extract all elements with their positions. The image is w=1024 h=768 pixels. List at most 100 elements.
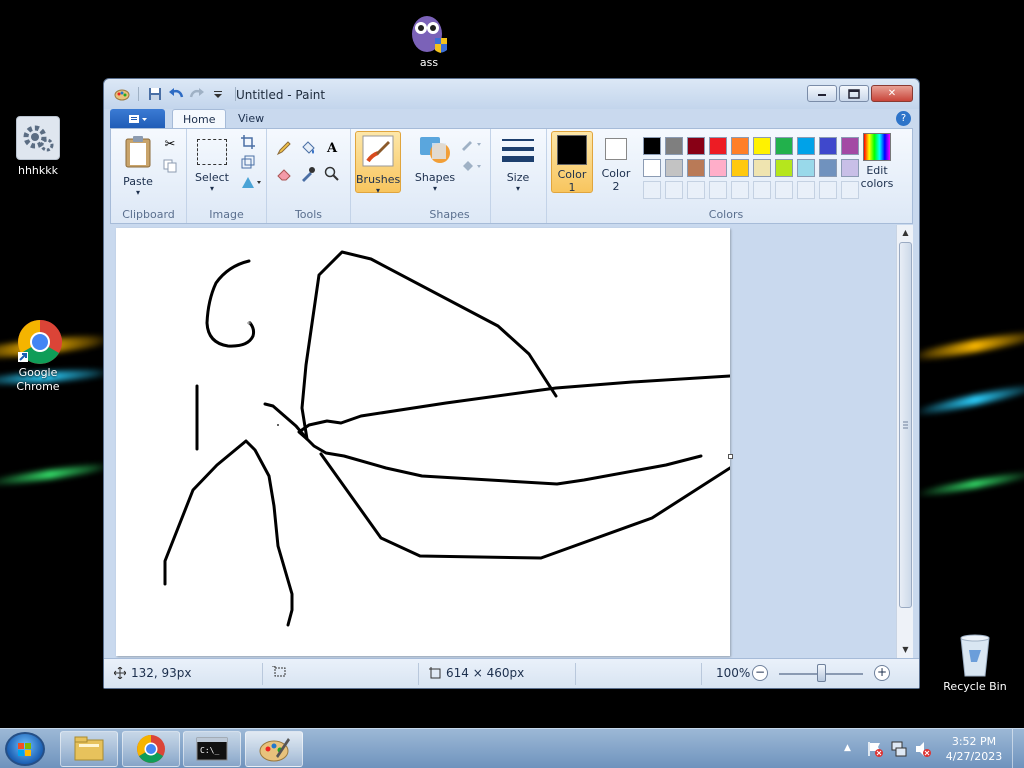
- show-desktop-button[interactable]: [1012, 729, 1024, 768]
- rotate-icon[interactable]: [239, 173, 263, 191]
- palette-swatch[interactable]: [709, 137, 727, 155]
- title-bar[interactable]: Untitled - Paint ✕: [104, 79, 919, 109]
- canvas-resize-handle-right[interactable]: [728, 454, 733, 459]
- system-clock[interactable]: 3:52 PM 4/27/2023: [942, 734, 1006, 764]
- owl-icon: [407, 8, 451, 53]
- desktop-icon-ass[interactable]: ass: [391, 8, 467, 70]
- brushes-button[interactable]: Brushes ▾: [355, 131, 401, 195]
- redo-icon[interactable]: [189, 86, 205, 102]
- zoom-out-button[interactable]: −: [752, 665, 768, 681]
- palette-swatch[interactable]: [797, 159, 815, 177]
- cut-icon[interactable]: ✂: [161, 135, 179, 153]
- palette-swatch[interactable]: [709, 159, 727, 177]
- network-icon[interactable]: [890, 740, 908, 761]
- desktop-icon-hhhkkk[interactable]: hhhkkk: [0, 116, 76, 178]
- taskbar-chrome[interactable]: [122, 731, 180, 767]
- palette-swatch[interactable]: [643, 159, 661, 177]
- palette-swatch[interactable]: [775, 137, 793, 155]
- paint-window[interactable]: Untitled - Paint ✕ Home View ? Paste ▾ ✂: [103, 78, 920, 689]
- terminal-icon: C:\_: [196, 737, 228, 761]
- palette-swatch[interactable]: [819, 137, 837, 155]
- palette-swatch[interactable]: [731, 159, 749, 177]
- clipboard-icon: [118, 135, 158, 172]
- paste-button[interactable]: Paste ▾: [118, 135, 158, 197]
- taskbar-command-prompt[interactable]: C:\_: [183, 731, 241, 767]
- size-button[interactable]: Size ▾: [497, 137, 539, 193]
- paint-app-icon[interactable]: [114, 86, 130, 102]
- tools-group-label: Tools: [294, 208, 323, 221]
- tab-home[interactable]: Home: [172, 109, 227, 129]
- pencil-icon[interactable]: [275, 139, 293, 157]
- canvas-workspace[interactable]: [110, 225, 905, 658]
- shapes-button[interactable]: Shapes ▾: [413, 133, 457, 193]
- tab-view[interactable]: View: [228, 109, 274, 129]
- palette-custom-slot[interactable]: [819, 181, 837, 199]
- taskbar-explorer[interactable]: [60, 731, 118, 767]
- taskbar-paint[interactable]: [245, 731, 303, 767]
- chrome-icon: [137, 735, 165, 763]
- wallpaper-streak: [905, 380, 1024, 420]
- fill-shape-icon[interactable]: [459, 157, 485, 175]
- palette-swatch[interactable]: [819, 159, 837, 177]
- palette-custom-slot[interactable]: [797, 181, 815, 199]
- outline-icon[interactable]: [459, 135, 485, 153]
- desktop-icon-google-chrome[interactable]: Google Chrome: [0, 318, 76, 394]
- close-button[interactable]: ✕: [871, 85, 913, 102]
- canvas-size: 614 × 460px: [429, 666, 524, 680]
- scroll-thumb[interactable]: [899, 242, 912, 608]
- palette-custom-slot[interactable]: [665, 181, 683, 199]
- select-button[interactable]: Select ▾: [191, 135, 233, 193]
- canvas-size-icon: [429, 667, 441, 679]
- palette-swatch[interactable]: [687, 137, 705, 155]
- palette-custom-slot[interactable]: [687, 181, 705, 199]
- palette-swatch[interactable]: [665, 137, 683, 155]
- action-center-flag-icon[interactable]: [866, 740, 884, 761]
- palette-swatch[interactable]: [665, 159, 683, 177]
- zoom-in-button[interactable]: +: [874, 665, 890, 681]
- drawing-canvas[interactable]: [116, 228, 733, 656]
- minimize-button[interactable]: [807, 85, 837, 102]
- copy-icon[interactable]: [161, 157, 179, 175]
- palette-swatch[interactable]: [731, 137, 749, 155]
- volume-muted-icon[interactable]: [914, 740, 932, 761]
- shapes-group: Shapes ▾ Shapes: [409, 129, 491, 223]
- paint-menu-button[interactable]: [110, 109, 165, 129]
- maximize-button[interactable]: [839, 85, 869, 102]
- magnifier-icon[interactable]: [323, 165, 341, 183]
- scroll-down-icon[interactable]: ▼: [897, 642, 914, 658]
- desktop-icon-recycle-bin[interactable]: Recycle Bin: [937, 632, 1013, 694]
- shapes-icon: [413, 133, 457, 168]
- palette-custom-slot[interactable]: [643, 181, 661, 199]
- vertical-scrollbar[interactable]: ▲ ▼: [896, 225, 913, 658]
- clock-time: 3:52 PM: [951, 735, 997, 748]
- palette-swatch[interactable]: [643, 137, 661, 155]
- canvas-size-text: 614 × 460px: [446, 666, 525, 680]
- text-icon[interactable]: A: [323, 139, 341, 157]
- save-icon[interactable]: [147, 86, 163, 102]
- eraser-icon[interactable]: [275, 165, 293, 183]
- palette-custom-slot[interactable]: [709, 181, 727, 199]
- edit-colors-button[interactable]: Edit colors: [855, 133, 899, 190]
- resize-icon[interactable]: [239, 153, 257, 171]
- palette-swatch[interactable]: [753, 137, 771, 155]
- palette-swatch[interactable]: [687, 159, 705, 177]
- color-spectrum-icon: [863, 133, 891, 161]
- palette-custom-slot[interactable]: [753, 181, 771, 199]
- undo-icon[interactable]: [168, 86, 184, 102]
- color1-button[interactable]: Color 1: [551, 131, 593, 194]
- scroll-up-icon[interactable]: ▲: [897, 225, 914, 241]
- fill-icon[interactable]: [299, 139, 317, 157]
- crop-icon[interactable]: [239, 133, 257, 151]
- help-icon[interactable]: ?: [896, 111, 911, 126]
- color2-button[interactable]: Color 2: [597, 131, 635, 193]
- palette-custom-slot[interactable]: [775, 181, 793, 199]
- zoom-slider-thumb[interactable]: [817, 664, 826, 682]
- palette-swatch[interactable]: [775, 159, 793, 177]
- palette-swatch[interactable]: [753, 159, 771, 177]
- palette-custom-slot[interactable]: [731, 181, 749, 199]
- color-picker-icon[interactable]: [299, 165, 317, 183]
- start-button[interactable]: [5, 732, 45, 766]
- show-hidden-icons-button[interactable]: ▲: [844, 743, 851, 753]
- palette-swatch[interactable]: [797, 137, 815, 155]
- customize-qat-icon[interactable]: [210, 86, 226, 102]
